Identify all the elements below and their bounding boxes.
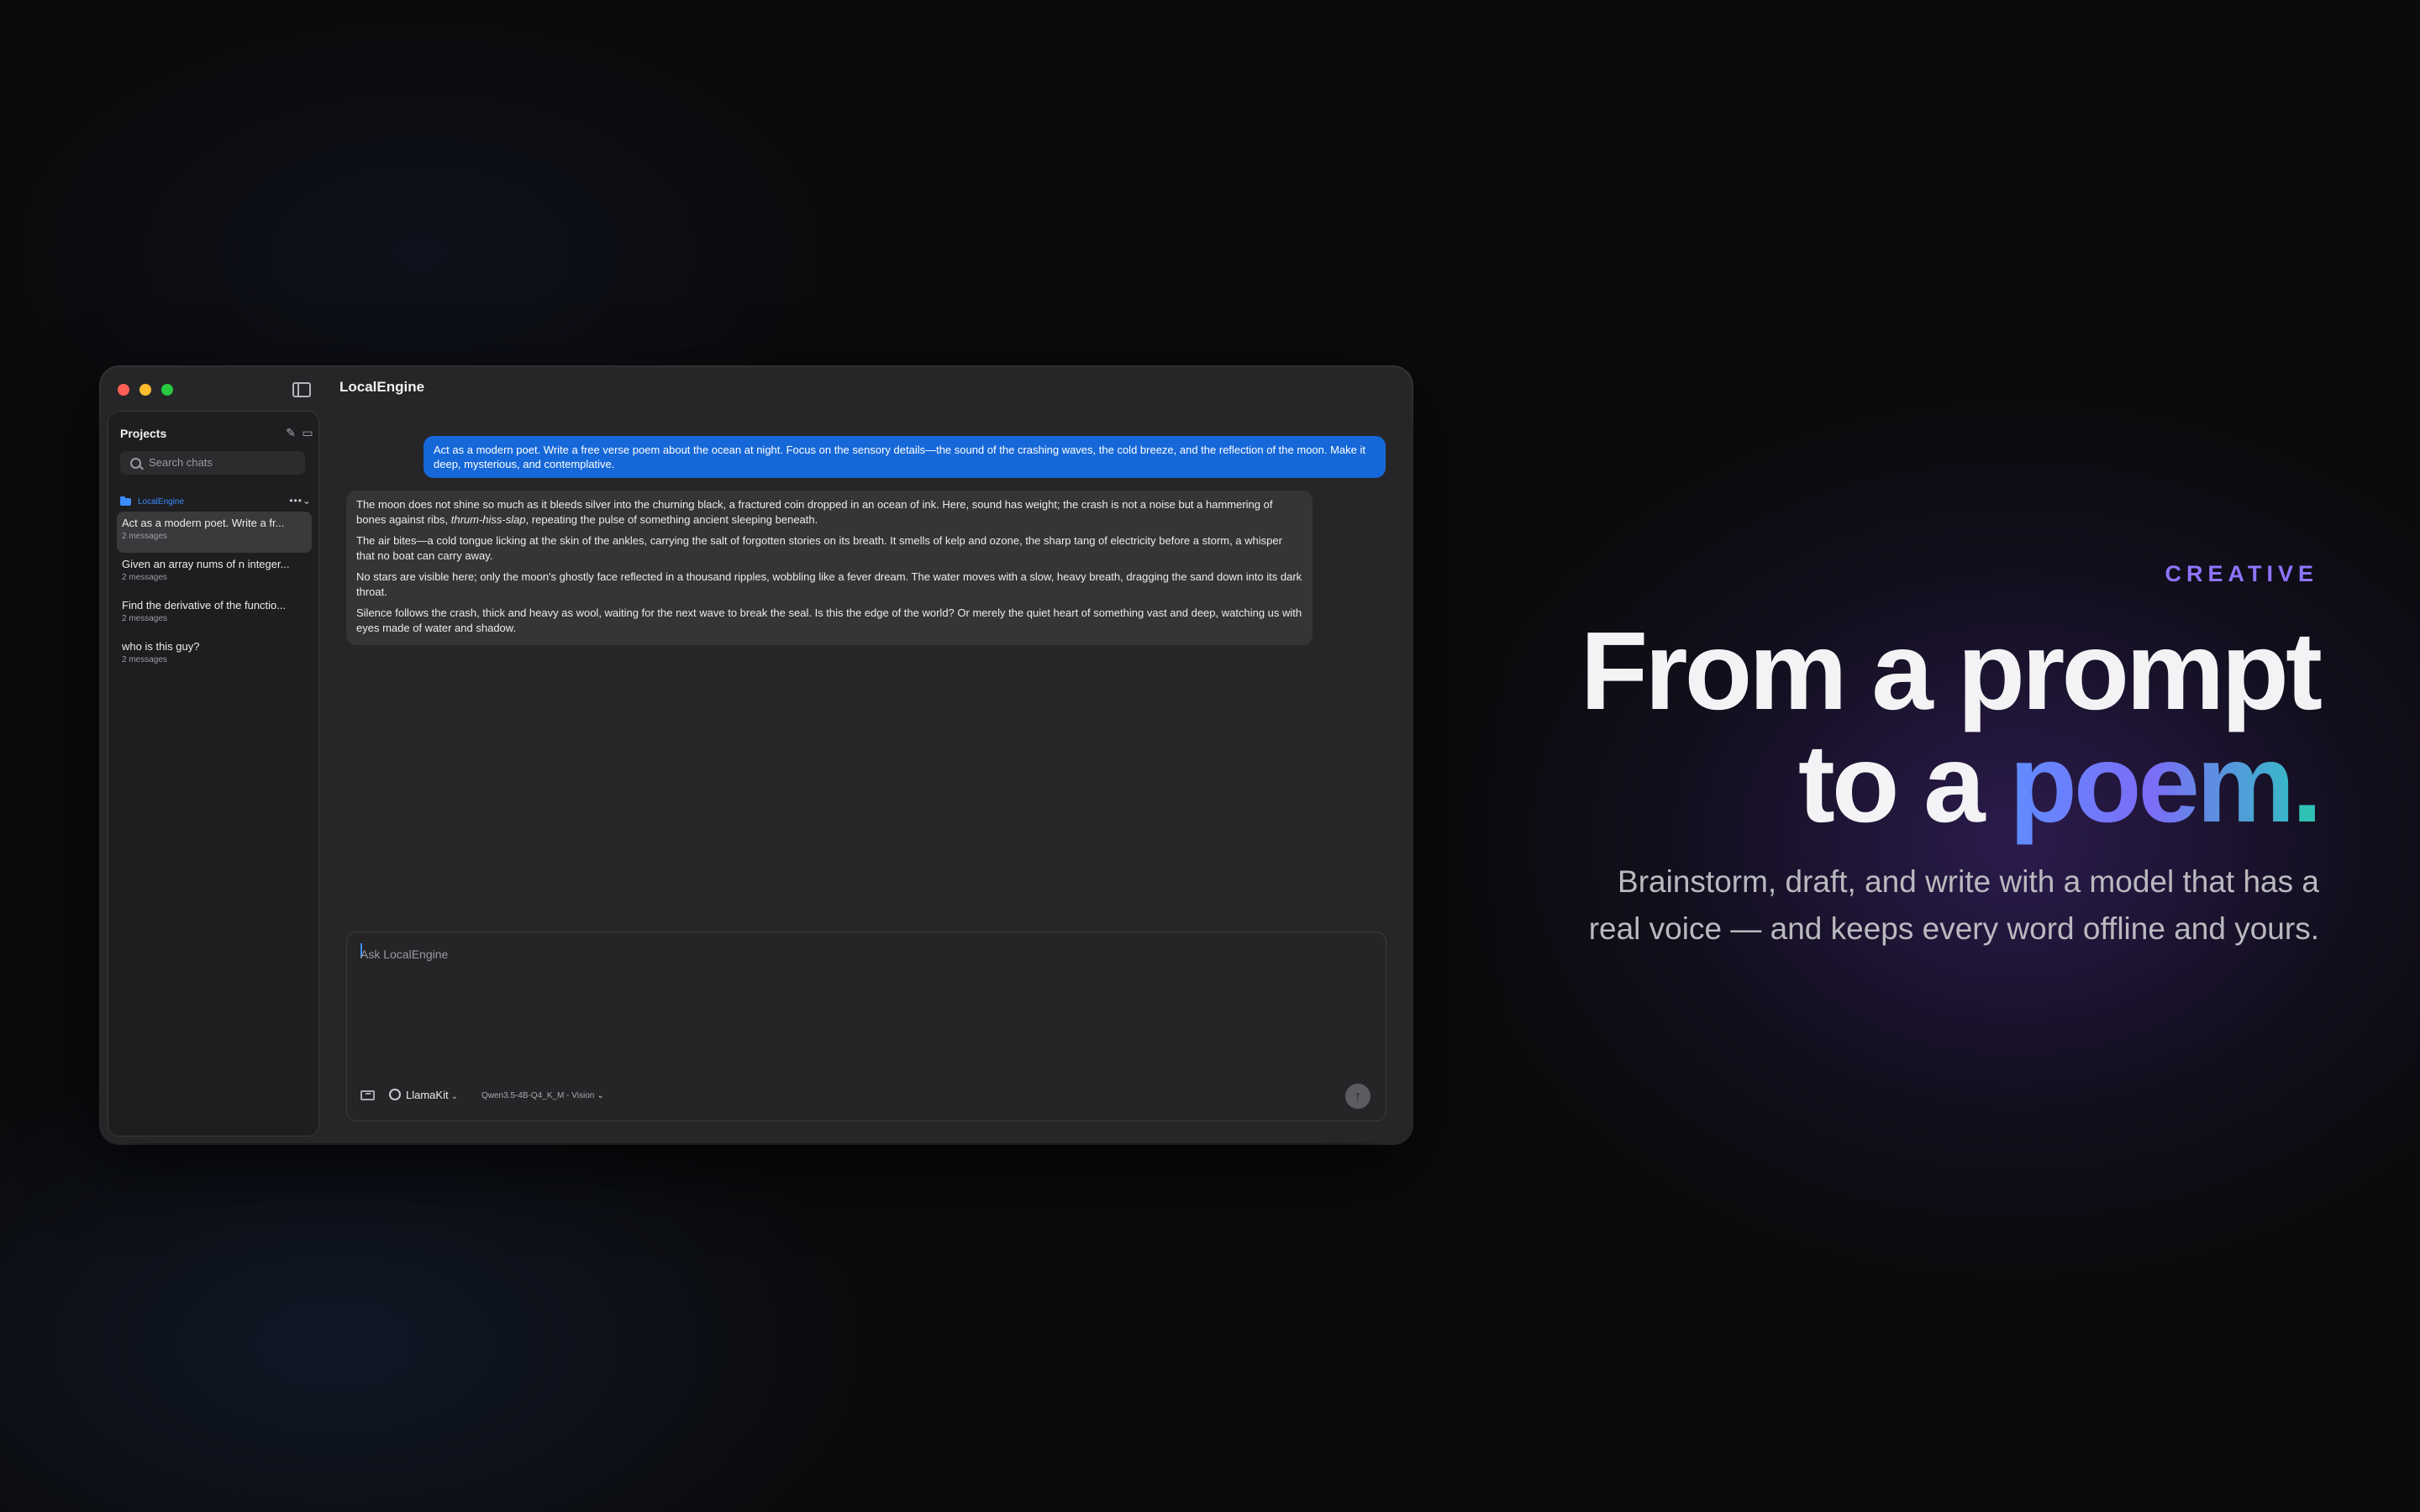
provider-icon [389, 1089, 401, 1100]
app-window: LocalEngine Projects ✎ ▭ Search chats Lo… [101, 367, 1412, 1143]
project-folder[interactable]: LocalEngine •••⌄ [120, 495, 315, 509]
chat-message-count: 2 messages [122, 655, 167, 664]
assistant-paragraph: The air bites—a cold tongue licking at t… [356, 534, 1282, 562]
new-chat-icon[interactable]: ✎ [285, 427, 297, 438]
folder-more-icon[interactable]: •••⌄ [289, 495, 312, 507]
chat-item[interactable]: Act as a modern poet. Write a fr... 2 me… [117, 512, 312, 553]
message-input[interactable] [360, 944, 1369, 964]
provider-label: LlamaKit [406, 1089, 449, 1101]
chat-title: Act as a modern poet. Write a fr... [122, 517, 285, 529]
search-input[interactable]: Search chats [120, 451, 305, 475]
chat-item[interactable]: Find the derivative of the functio... 2 … [117, 594, 312, 635]
folder-icon [120, 496, 131, 506]
model-selector[interactable]: Qwen3.5-4B-Q4_K_M - Vision ⌄ [481, 1088, 604, 1105]
headline-highlight: poem [2009, 722, 2295, 845]
new-folder-icon[interactable]: ▭ [302, 427, 313, 438]
subcopy: Brainstorm, draft, and write with a mode… [1563, 858, 2319, 953]
chat-item[interactable]: who is this guy? 2 messages [117, 635, 312, 676]
headline-period: . [2291, 722, 2323, 845]
user-message: Act as a modern poet. Write a free verse… [424, 436, 1386, 478]
chat-title: Given an array nums of n integer... [122, 558, 290, 570]
subcopy-line-1: Brainstorm, draft, and write with a mode… [1618, 864, 2319, 899]
assistant-paragraph: The moon does not shine so much as it bl… [356, 497, 1302, 528]
provider-selector[interactable]: LlamaKit ⌄ [389, 1087, 458, 1104]
headline-line-1: From a prompt [1580, 609, 2323, 732]
assistant-paragraph: Silence follows the crash, thick and hea… [356, 606, 1302, 634]
folder-name: LocalEngine [138, 497, 185, 507]
chat-title: who is this guy? [122, 640, 200, 653]
search-placeholder: Search chats [149, 456, 213, 469]
assistant-message: The moon does not shine so much as it bl… [346, 491, 1313, 645]
chat-title: Find the derivative of the functio... [122, 599, 287, 612]
search-icon [130, 458, 141, 469]
chat-item[interactable]: Given an array nums of n integer... 2 me… [117, 553, 312, 594]
chat-message-count: 2 messages [122, 614, 167, 623]
assistant-paragraph: No stars are visible here; only the moon… [356, 570, 1302, 598]
section-eyebrow: CREATIVE [2165, 561, 2318, 586]
headline-prefix: to a [1797, 722, 2010, 845]
window-controls [118, 384, 173, 396]
chat-list: Act as a modern poet. Write a fr... 2 me… [117, 512, 312, 676]
assistant-text: , repeating the pulse of something ancie… [525, 513, 818, 526]
send-button[interactable]: ↑ [1345, 1084, 1370, 1109]
chevron-down-icon: ⌄ [597, 1091, 604, 1100]
close-window-button[interactable] [118, 384, 129, 396]
chat-message-count: 2 messages [122, 573, 167, 582]
headline: From a prompt to a poem. [1395, 609, 2323, 840]
headline-line-2: to a poem. [1395, 727, 2323, 840]
window-title: LocalEngine [339, 379, 425, 395]
chat-message-count: 2 messages [122, 532, 167, 541]
minimize-window-button[interactable] [139, 384, 151, 396]
projects-heading: Projects [120, 427, 167, 440]
zoom-window-button[interactable] [161, 384, 173, 396]
composer: LlamaKit⌄ Qwen3.5-4B-Q4_K_M - Vision⌄ ↑ [346, 932, 1386, 1121]
chevron-down-icon: ⌄ [450, 1092, 458, 1101]
subcopy-line-2: real voice — and keeps every word offlin… [1588, 911, 2319, 946]
attach-image-icon[interactable] [360, 1090, 375, 1100]
sidebar: Projects ✎ ▭ Search chats LocalEngine ••… [108, 411, 319, 1137]
sidebar-toggle-icon[interactable] [292, 382, 311, 397]
model-label: Qwen3.5-4B-Q4_K_M - Vision [481, 1091, 595, 1100]
assistant-emphasis: thrum-hiss-slap [450, 513, 526, 526]
